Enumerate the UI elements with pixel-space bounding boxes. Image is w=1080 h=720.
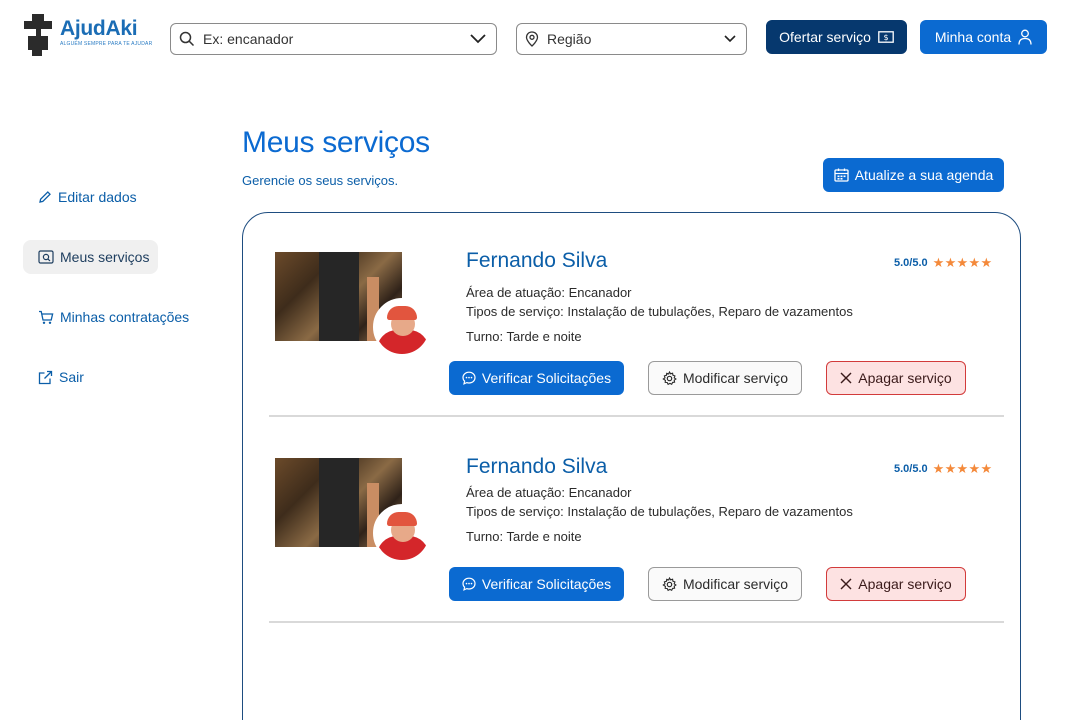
svg-text:$: $ — [883, 33, 888, 42]
user-icon — [1018, 29, 1032, 45]
sidebar-item-label: Editar dados — [58, 189, 137, 205]
service-card: Fernando Silva 5.0/5.0 ★★★★★ Área de atu… — [243, 213, 1022, 419]
provider-name[interactable]: Fernando Silva — [466, 249, 607, 273]
avatar — [373, 504, 431, 562]
pencil-icon — [39, 191, 51, 203]
sidebar-item-label: Sair — [59, 369, 84, 385]
services-panel: Fernando Silva 5.0/5.0 ★★★★★ Área de atu… — [242, 212, 1021, 720]
search-placeholder: Ex: encanador — [203, 31, 294, 47]
modify-service-label: Modificar serviço — [682, 576, 789, 592]
external-link-icon — [38, 370, 53, 384]
my-account-button[interactable]: Minha conta — [920, 20, 1047, 54]
card-divider — [269, 415, 1004, 417]
service-types: Tipos de serviço: Instalação de tubulaçõ… — [466, 304, 853, 319]
update-agenda-label: Atualize a sua agenda — [854, 167, 994, 183]
verify-requests-label: Verificar Solicitações — [481, 370, 612, 386]
avatar — [373, 298, 431, 356]
sidebar-item-my-services[interactable]: Meus serviços — [23, 240, 158, 274]
verify-requests-label: Verificar Solicitações — [481, 576, 612, 592]
service-area: Área de atuação: Encanador — [466, 285, 632, 300]
gear-icon — [662, 576, 677, 591]
page-title: Meus serviços — [242, 126, 430, 159]
chat-icon — [462, 577, 476, 591]
rating-value: 5.0/5.0 — [894, 463, 928, 475]
verify-requests-button[interactable]: Verificar Solicitações — [449, 567, 624, 601]
verify-requests-button[interactable]: Verificar Solicitações — [449, 361, 624, 395]
gear-icon — [662, 370, 677, 385]
delete-service-label: Apagar serviço — [858, 370, 952, 386]
delete-service-label: Apagar serviço — [858, 576, 952, 592]
chevron-down-icon[interactable] — [470, 34, 486, 44]
page-subtitle: Gerencie os seus serviços. — [242, 173, 399, 188]
sidebar-item-label: Minhas contratações — [60, 309, 190, 325]
sidebar-item-my-hirings[interactable]: Minhas contratações — [23, 300, 189, 334]
chat-icon — [462, 371, 476, 385]
delete-service-button[interactable]: Apagar serviço — [826, 567, 966, 601]
chevron-down-icon[interactable] — [724, 35, 736, 43]
sidebar-item-logout[interactable]: Sair — [23, 360, 84, 394]
service-area: Área de atuação: Encanador — [466, 485, 632, 500]
service-types: Tipos de serviço: Instalação de tubulaçõ… — [466, 504, 853, 519]
region-select[interactable]: Região — [516, 23, 747, 55]
rating: 5.0/5.0 ★★★★★ — [894, 255, 992, 271]
money-icon: $ — [878, 31, 894, 43]
hammer-hand-icon — [24, 14, 52, 56]
service-shift: Turno: Tarde e noite — [466, 329, 582, 344]
modify-service-label: Modificar serviço — [682, 370, 789, 386]
brand-logo[interactable]: AjudAki ALGUÉM SEMPRE PARA TE AJUDAR — [22, 12, 157, 62]
star-icons: ★★★★★ — [932, 255, 993, 270]
service-card: Fernando Silva 5.0/5.0 ★★★★★ Área de atu… — [243, 419, 1022, 625]
card-divider — [269, 621, 1004, 623]
rating-value: 5.0/5.0 — [894, 257, 928, 269]
delete-service-button[interactable]: Apagar serviço — [826, 361, 966, 395]
my-account-label: Minha conta — [934, 29, 1012, 45]
close-icon — [840, 578, 852, 590]
service-shift: Turno: Tarde e noite — [466, 529, 582, 544]
offer-service-label: Ofertar serviço — [779, 29, 871, 45]
region-placeholder: Região — [547, 31, 592, 47]
search-icon — [179, 31, 195, 47]
calendar-icon — [834, 168, 849, 182]
brand-tagline: ALGUÉM SEMPRE PARA TE AJUDAR — [60, 41, 153, 47]
offer-service-button[interactable]: Ofertar serviço $ — [766, 20, 907, 54]
modify-service-button[interactable]: Modificar serviço — [648, 567, 802, 601]
star-icons: ★★★★★ — [932, 461, 993, 476]
rating: 5.0/5.0 ★★★★★ — [894, 461, 992, 477]
modify-service-button[interactable]: Modificar serviço — [648, 361, 802, 395]
close-icon — [840, 372, 852, 384]
search-doc-icon — [38, 250, 54, 264]
provider-name[interactable]: Fernando Silva — [466, 455, 607, 479]
search-field[interactable]: Ex: encanador — [170, 23, 497, 55]
sidebar-item-edit-data[interactable]: Editar dados — [23, 180, 137, 214]
update-agenda-button[interactable]: Atualize a sua agenda — [823, 158, 1004, 192]
location-pin-icon — [525, 31, 539, 47]
sidebar-item-label: Meus serviços — [60, 249, 150, 265]
brand-name: AjudAki — [60, 17, 138, 40]
cart-icon — [39, 310, 54, 324]
